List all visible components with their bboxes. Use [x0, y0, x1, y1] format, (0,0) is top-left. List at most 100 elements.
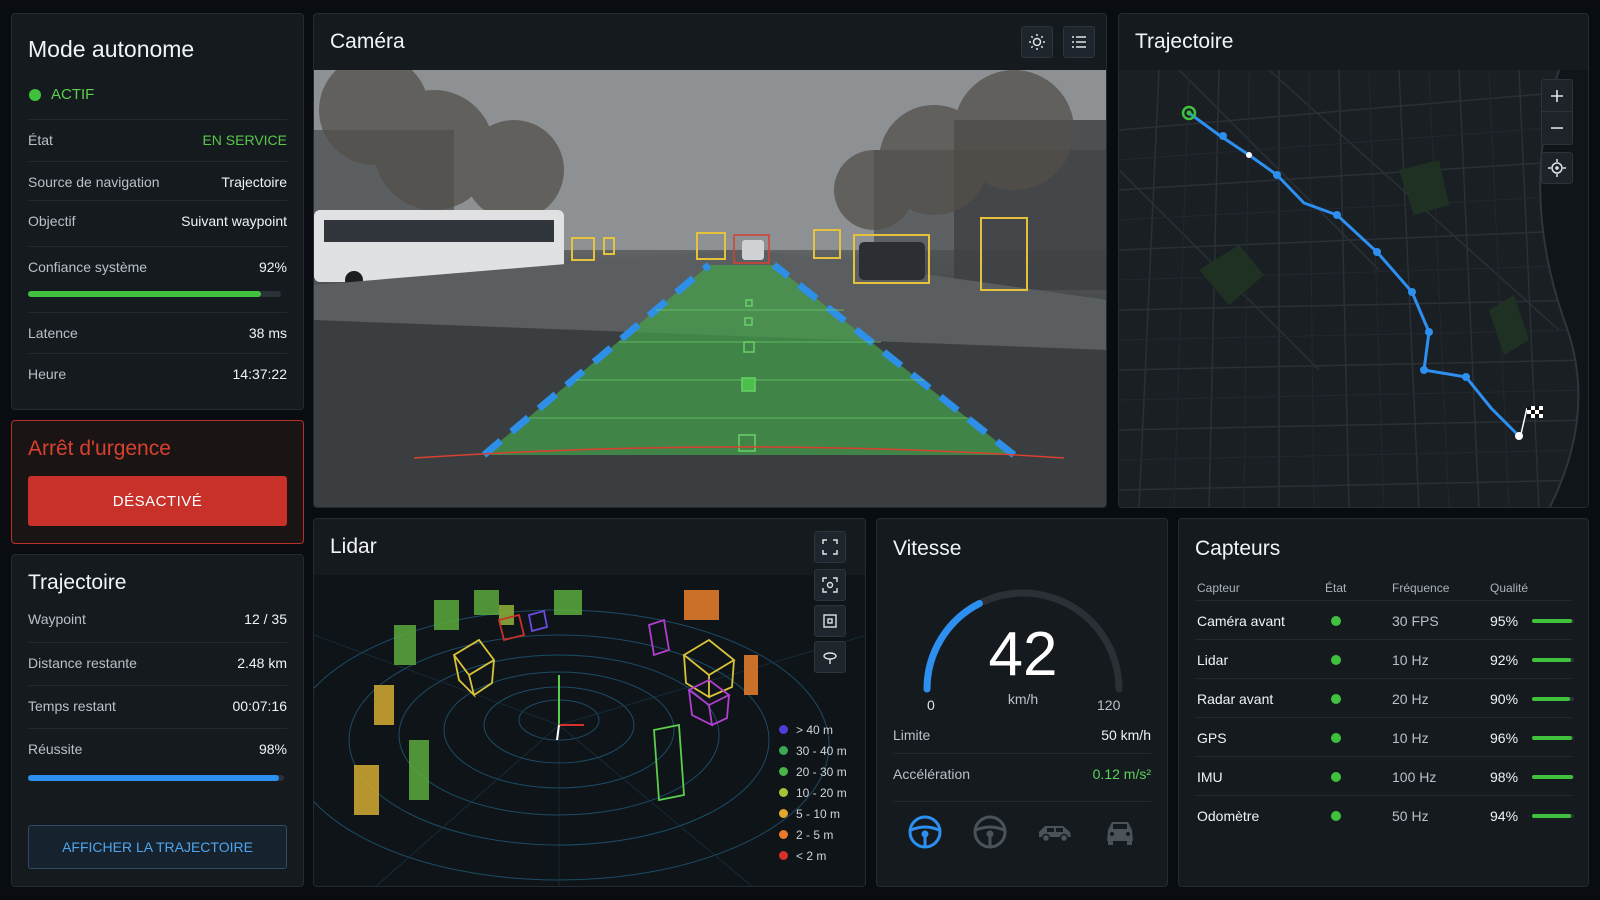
success-bar [28, 775, 284, 781]
latency-value: 38 ms [248, 324, 287, 341]
time-value: 14:37:22 [232, 365, 288, 382]
plus-icon [1551, 89, 1563, 102]
frame-icon [823, 614, 837, 628]
confidence-value: 92% [258, 258, 287, 275]
steering-wheel-outline-icon[interactable] [972, 814, 1008, 850]
sensor-quality: 98% [1490, 769, 1519, 785]
confidence-bar-fill [28, 291, 261, 297]
legend-label: > 40 m [796, 722, 834, 737]
sensor-quality-bar [1532, 736, 1574, 740]
brightness-button[interactable] [1021, 26, 1053, 58]
trajectory-info-title: Trajectoire [28, 571, 127, 594]
car-icon[interactable] [1036, 817, 1074, 847]
steering-wheel-icon[interactable] [907, 814, 943, 850]
locate-button[interactable] [1541, 152, 1573, 184]
status-dot-icon [29, 88, 41, 101]
state-row: État EN SERVICE [28, 119, 287, 159]
table-row: GPS 10 Hz 96% [1195, 717, 1574, 756]
remaining-time-label: Temps restant [28, 697, 116, 714]
table-row: IMU 100 Hz 98% [1195, 756, 1574, 795]
legend-item: 5 - 10 m [779, 803, 847, 824]
nav-source-value: Trajectoire [221, 173, 287, 190]
legend-item: 20 - 30 m [779, 761, 847, 782]
objective-value: Suivant waypoint [181, 212, 287, 229]
map-title: Trajectoire [1135, 30, 1234, 53]
sensor-frequency: 10 Hz [1392, 652, 1429, 668]
emergency-stop-panel: Arrêt d'urgence DÉSACTIVÉ [11, 420, 304, 544]
table-row: Radar avant 20 Hz 90% [1195, 678, 1574, 717]
sensor-quality: 94% [1490, 808, 1519, 824]
latency-row: Latence 38 ms [28, 312, 287, 352]
distance-row: Distance restante 2.48 km [28, 642, 287, 682]
sensor-state-dot-icon [1331, 811, 1341, 821]
legend-dot-icon [779, 767, 788, 776]
sensor-quality-fill [1532, 658, 1571, 662]
success-label: Réussite [28, 740, 83, 757]
header-state: État [1325, 581, 1347, 595]
state-label: État [28, 131, 53, 148]
legend-dot-icon [779, 725, 788, 734]
sensor-state-dot-icon [1331, 772, 1341, 782]
focus-icon [822, 577, 838, 593]
mode-title: Mode autonome [28, 36, 195, 62]
sensor-state-dot-icon [1331, 694, 1341, 704]
legend-item: 2 - 5 m [779, 824, 847, 845]
speed-unit: km/h [1007, 691, 1039, 707]
legend-dot-icon [779, 851, 788, 860]
nav-source-row: Source de navigation Trajectoire [28, 161, 287, 201]
objective-label: Objectif [28, 212, 76, 229]
map-canvas [1119, 69, 1588, 507]
confidence-label: Confiance système [28, 258, 148, 275]
success-bar-fill [28, 775, 279, 781]
show-trajectory-button[interactable]: AFFICHER LA TRAJECTOIRE [28, 825, 287, 869]
sensor-quality-bar [1532, 619, 1574, 623]
trajectory-map[interactable] [1119, 69, 1588, 507]
finish-flag-icon [1520, 406, 1543, 435]
legend-dot-icon [779, 746, 788, 755]
sensors-title: Capteurs [1195, 537, 1281, 560]
emergency-stop-button[interactable]: DÉSACTIVÉ [28, 476, 287, 526]
sensor-frequency: 30 FPS [1392, 613, 1439, 629]
autonomous-mode-panel: Mode autonome ACTIF État EN SERVICE Sour… [11, 13, 304, 410]
frame-button[interactable] [814, 605, 846, 637]
locate-icon [1548, 159, 1566, 177]
car-front-icon[interactable] [1103, 817, 1137, 847]
zoom-out-button[interactable] [1542, 112, 1572, 144]
legend-label: 10 - 20 m [796, 785, 847, 800]
fullscreen-button[interactable] [814, 531, 846, 563]
sensor-quality-fill [1532, 775, 1574, 779]
camera-title: Caméra [330, 30, 405, 53]
sensor-frequency: 50 Hz [1392, 808, 1429, 824]
limit-label: Limite [893, 727, 931, 743]
trajectory-map-panel: Trajectoire [1118, 13, 1589, 508]
limit-value: 50 km/h [1101, 727, 1151, 743]
success-value: 98% [258, 740, 287, 757]
acceleration-label: Accélération [893, 765, 971, 782]
sensor-quality: 95% [1490, 613, 1519, 629]
list-icon [1072, 36, 1086, 48]
zoom-in-button[interactable] [1542, 80, 1572, 112]
legend-item: > 40 m [779, 719, 847, 740]
speed-max: 120 [1097, 697, 1121, 713]
limit-row: Limite 50 km/h [893, 715, 1151, 755]
sensor-quality-bar [1532, 814, 1574, 818]
state-value: EN SERVICE [202, 131, 287, 148]
legend-dot-icon [779, 788, 788, 797]
sensor-quality-fill [1532, 814, 1572, 818]
list-button[interactable] [1063, 26, 1095, 58]
brightness-icon [1029, 34, 1045, 50]
camera-scene [314, 55, 1106, 507]
table-row: Odomètre 50 Hz 94% [1195, 795, 1574, 834]
mode-status: ACTIF [29, 86, 94, 103]
sensor-quality-bar [1532, 658, 1574, 662]
emergency-title: Arrêt d'urgence [28, 437, 171, 460]
sensor-quality-fill [1532, 697, 1570, 701]
sensor-quality: 92% [1490, 652, 1519, 668]
remaining-time-row: Temps restant 00:07:16 [28, 685, 287, 725]
sensor-name: Lidar [1197, 652, 1229, 668]
focus-button[interactable] [814, 569, 846, 601]
sensor-name: Caméra avant [1197, 613, 1285, 629]
waypoint-value: 12 / 35 [244, 611, 287, 627]
view-3d-button[interactable] [814, 641, 846, 673]
sensor-name: Odomètre [1197, 808, 1260, 824]
